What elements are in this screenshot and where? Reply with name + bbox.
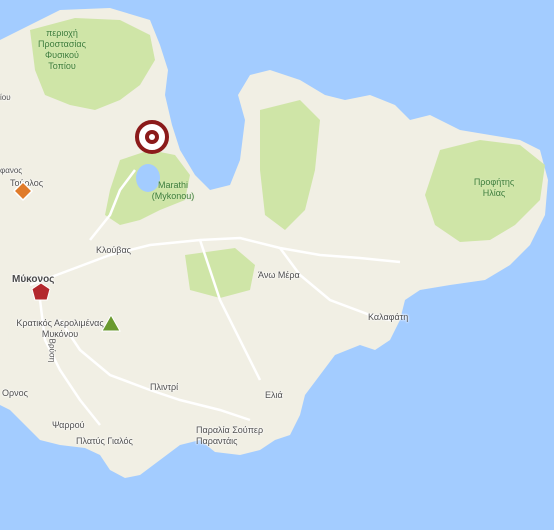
elia-label: Ελιά (265, 390, 283, 400)
pentagon-marker[interactable] (30, 281, 52, 303)
profitis-ilias-label: Προφήτης Ηλίας (473, 177, 515, 198)
paralia-label: Παραλία Σούπερ Παραντάις (196, 425, 264, 446)
psarrou-label: Ψαρρού (52, 420, 85, 430)
platis-gialos-label: Πλατύς Γιαλός (76, 436, 133, 446)
kalafatis-label: Καλαφάτη (368, 312, 409, 322)
protected-area-label: περιοχή Προστασίας Φυσικού Τοπίου (38, 28, 86, 71)
pentagon-icon (31, 282, 51, 301)
ios-label: ίου (0, 93, 11, 102)
ring-marker[interactable] (134, 119, 170, 155)
klouvas-label: Κλούβας (96, 245, 132, 255)
marathi-label: Marathi (Μykonou) (151, 180, 195, 201)
diamond-marker[interactable] (12, 180, 34, 202)
map-canvas[interactable] (0, 0, 554, 530)
fanos-label: φανος (0, 166, 23, 175)
plintri-label: Πλιντρί (150, 382, 179, 392)
diamond-icon (12, 180, 34, 202)
map-view[interactable]: περιοχή Προστασίας Φυσικού Τοπίου Marath… (0, 0, 554, 530)
vrysi-label: Βρύση (47, 338, 57, 363)
triangle-marker[interactable] (100, 313, 122, 333)
ano-mera-label: Άνω Μέρα (258, 270, 300, 280)
airport-label: Κρατικός Αερολιμένας Μυκόνου (16, 318, 104, 339)
ornos-label: Ορνος (2, 388, 28, 398)
triangle-icon (101, 313, 121, 332)
